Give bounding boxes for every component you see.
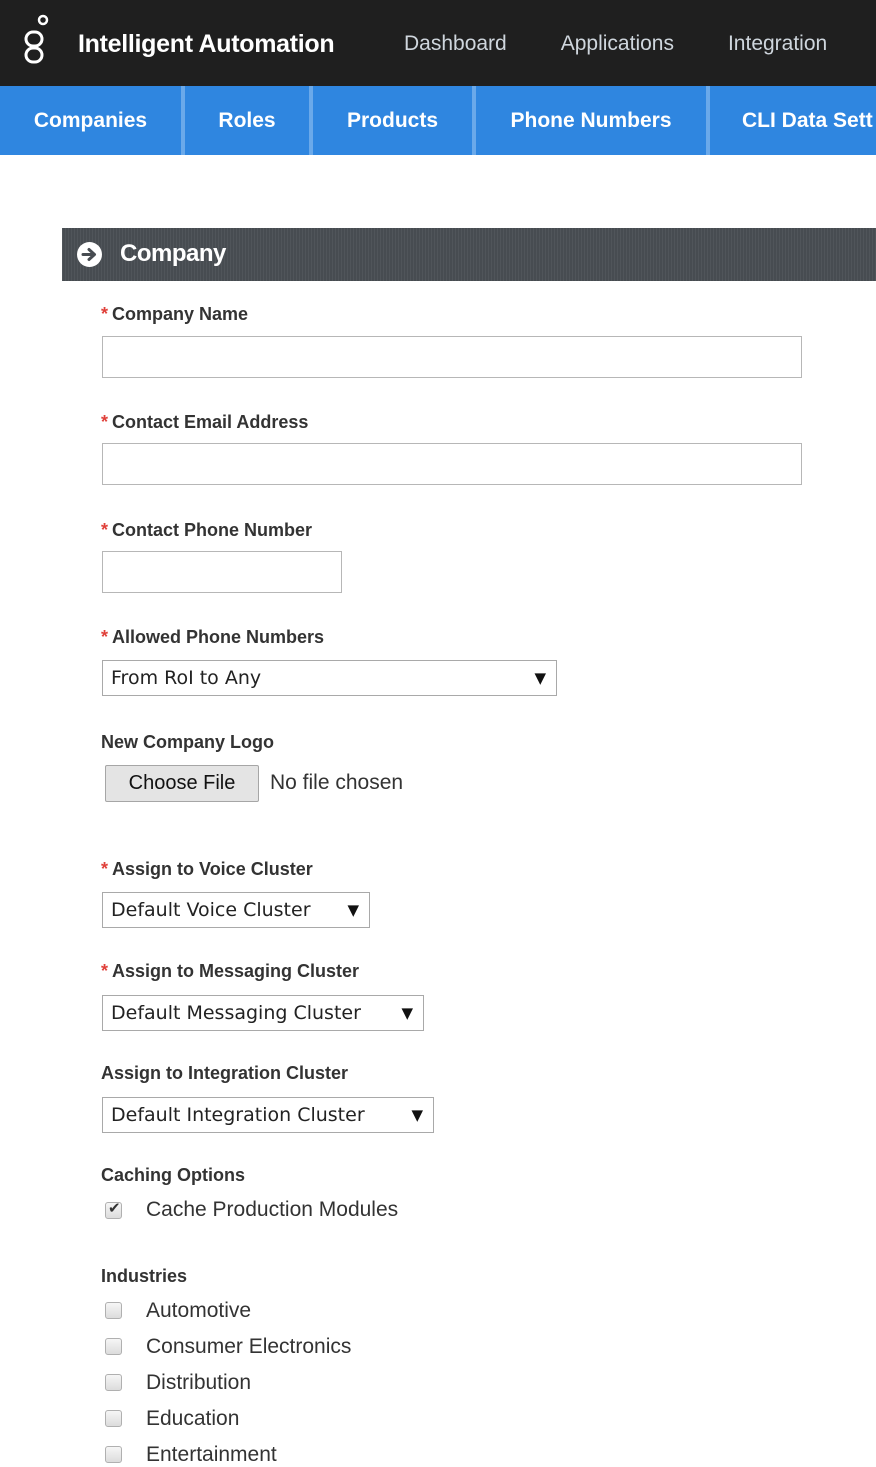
required-marker: * bbox=[101, 859, 109, 879]
cache-production-modules-checkbox[interactable]: ✔ bbox=[105, 1200, 122, 1219]
label-text: Assign to Voice Cluster bbox=[112, 859, 313, 879]
industries-label: Industries bbox=[101, 1266, 188, 1286]
company-panel-header: Company bbox=[62, 228, 876, 281]
company-logo-label: New Company Logo bbox=[101, 732, 275, 752]
choose-file-button[interactable]: Choose File bbox=[105, 765, 259, 802]
industry-education-checkbox[interactable] bbox=[105, 1410, 122, 1427]
required-marker: * bbox=[101, 961, 109, 981]
industry-entertainment-checkbox[interactable] bbox=[105, 1446, 122, 1463]
subnav-roles[interactable]: Roles bbox=[185, 86, 309, 155]
top-nav-applications[interactable]: Applications bbox=[561, 32, 674, 56]
genesys-logo-icon[interactable] bbox=[22, 12, 52, 72]
industry-automotive-label: Automotive bbox=[146, 1299, 252, 1322]
panel-title: Company bbox=[120, 240, 226, 267]
checkmark-icon: ✔ bbox=[108, 1200, 121, 1217]
label-text: Company Name bbox=[112, 304, 249, 324]
industry-consumer-electronics-checkbox[interactable] bbox=[105, 1338, 122, 1355]
company-name-input[interactable] bbox=[102, 336, 802, 378]
subnav-phone-numbers[interactable]: Phone Numbers bbox=[476, 86, 706, 155]
select-value: From RoI to Any bbox=[111, 667, 262, 689]
allowed-phone-numbers-label: * Allowed Phone Numbers bbox=[101, 627, 324, 648]
subnav-companies[interactable]: Companies bbox=[0, 86, 181, 155]
cache-production-modules-label: Cache Production Modules bbox=[146, 1198, 399, 1221]
required-marker: * bbox=[101, 627, 109, 647]
allowed-phone-numbers-select[interactable]: From RoI to Any ▼ bbox=[102, 660, 557, 696]
contact-email-input[interactable] bbox=[102, 443, 802, 485]
subnav-cli-data-settings[interactable]: CLI Data Sett bbox=[710, 86, 876, 155]
app-title[interactable]: Intelligent Automation bbox=[78, 30, 335, 59]
required-marker: * bbox=[101, 520, 109, 540]
top-nav-dashboard[interactable]: Dashboard bbox=[404, 32, 507, 56]
caret-down-icon: ▼ bbox=[411, 1106, 423, 1124]
label-text: Allowed Phone Numbers bbox=[112, 627, 325, 647]
contact-phone-input[interactable] bbox=[102, 551, 342, 593]
select-value: Default Integration Cluster bbox=[111, 1104, 365, 1126]
industry-consumer-electronics-label: Consumer Electronics bbox=[146, 1335, 352, 1358]
label-text: Contact Phone Number bbox=[112, 520, 313, 540]
contact-phone-label: * Contact Phone Number bbox=[101, 520, 312, 541]
required-marker: * bbox=[101, 412, 109, 432]
top-header: Intelligent Automation Dashboard Applica… bbox=[0, 0, 876, 86]
industry-distribution-checkbox[interactable] bbox=[105, 1374, 122, 1391]
voice-cluster-select[interactable]: Default Voice Cluster ▼ bbox=[102, 892, 370, 928]
required-marker: * bbox=[101, 304, 109, 324]
contact-email-label: * Contact Email Address bbox=[101, 412, 308, 433]
label-text: Contact Email Address bbox=[112, 412, 309, 432]
arrow-right-circle-icon bbox=[77, 242, 102, 267]
integration-cluster-select[interactable]: Default Integration Cluster ▼ bbox=[102, 1097, 434, 1133]
voice-cluster-label: * Assign to Voice Cluster bbox=[101, 859, 313, 880]
top-nav-integration[interactable]: Integration bbox=[728, 32, 827, 56]
industry-automotive-checkbox[interactable] bbox=[105, 1302, 122, 1319]
file-status-text: No file chosen bbox=[270, 771, 404, 794]
messaging-cluster-label: * Assign to Messaging Cluster bbox=[101, 961, 359, 982]
industry-entertainment-label: Entertainment bbox=[146, 1443, 277, 1466]
company-name-label: * Company Name bbox=[101, 304, 248, 325]
select-value: Default Voice Cluster bbox=[111, 899, 311, 921]
label-text: Assign to Messaging Cluster bbox=[112, 961, 360, 981]
caching-options-label: Caching Options bbox=[101, 1165, 245, 1185]
caret-down-icon: ▼ bbox=[401, 1004, 413, 1022]
admin-subnav: Companies Roles Products Phone Numbers C… bbox=[0, 86, 876, 155]
integration-cluster-label: Assign to Integration Cluster bbox=[101, 1063, 349, 1083]
messaging-cluster-select[interactable]: Default Messaging Cluster ▼ bbox=[102, 995, 424, 1031]
top-nav: Dashboard Applications Integration bbox=[404, 32, 876, 56]
caret-down-icon: ▼ bbox=[347, 901, 359, 919]
industry-distribution-label: Distribution bbox=[146, 1371, 252, 1394]
industry-education-label: Education bbox=[146, 1407, 240, 1430]
caret-down-icon: ▼ bbox=[534, 669, 546, 687]
select-value: Default Messaging Cluster bbox=[111, 1002, 361, 1024]
subnav-products[interactable]: Products bbox=[313, 86, 472, 155]
